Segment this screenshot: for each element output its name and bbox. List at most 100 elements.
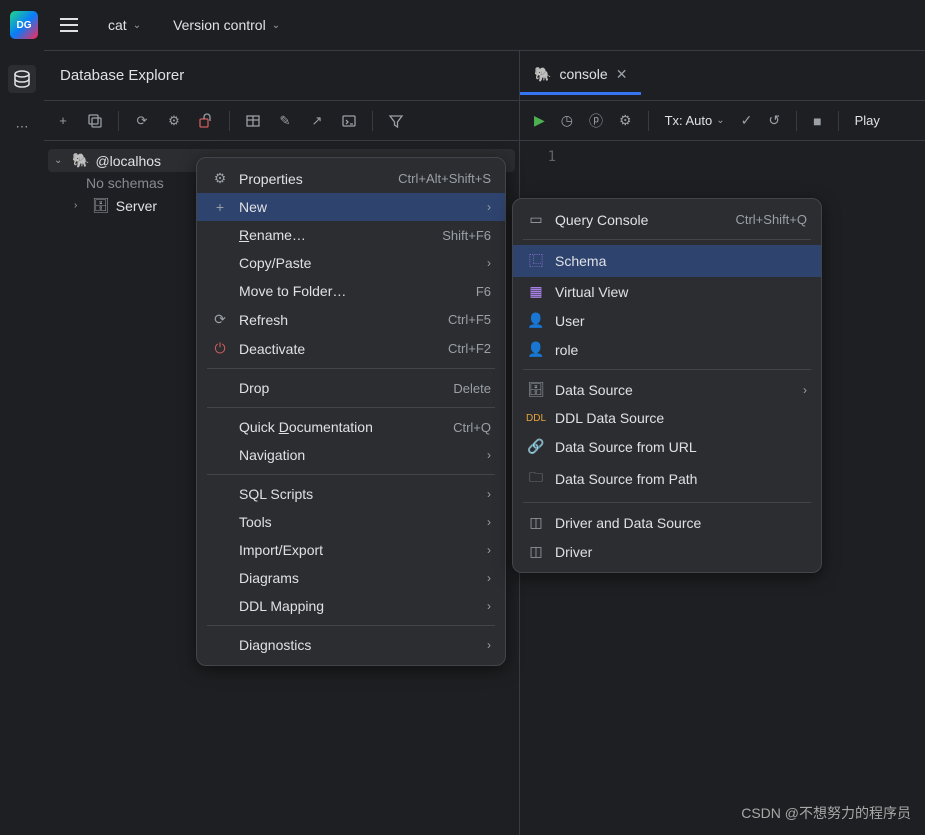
menu-refresh[interactable]: ⟳ Refresh Ctrl+F5	[197, 305, 505, 334]
menu-import-export[interactable]: Import/Export ›	[197, 536, 505, 564]
settings-icon[interactable]: ⚙	[165, 112, 183, 130]
menu-data-source-path[interactable]: 🗀 Data Source from Path	[513, 461, 821, 497]
play-icon[interactable]: ▶	[534, 112, 545, 129]
plus-icon: +	[211, 199, 229, 215]
chevron-right-icon: ›	[487, 487, 491, 501]
menu-driver-data-source[interactable]: ◫ Driver and Data Source	[513, 508, 821, 537]
menu-copy-paste[interactable]: Copy/Paste ›	[197, 249, 505, 277]
menu-label: Rename…	[239, 227, 432, 243]
shortcut: F6	[476, 284, 491, 299]
tab-console[interactable]: 🐘 console ✕	[520, 57, 641, 95]
menu-navigation[interactable]: Navigation ›	[197, 441, 505, 469]
menu-new[interactable]: + New ›	[197, 193, 505, 221]
duplicate-icon[interactable]	[86, 112, 104, 130]
hamburger-menu-icon[interactable]	[54, 12, 84, 38]
ddl-icon: DDL	[527, 413, 545, 424]
datasource-label: @localhos	[95, 153, 161, 169]
menu-query-console[interactable]: ▭ Query Console Ctrl+Shift+Q	[513, 205, 821, 234]
play-label[interactable]: Play	[855, 113, 880, 128]
project-dropdown[interactable]: cat ⌄	[100, 13, 149, 37]
tab-label: console	[559, 66, 607, 82]
menu-label: role	[555, 342, 807, 358]
vcs-dropdown[interactable]: Version control ⌄	[165, 13, 288, 37]
menu-label: Diagrams	[239, 570, 477, 586]
menu-data-source-url[interactable]: 🔗 Data Source from URL	[513, 432, 821, 461]
rollback-icon[interactable]: ↺	[768, 112, 780, 129]
link-icon: 🔗	[527, 438, 545, 455]
menu-label: SQL Scripts	[239, 486, 477, 502]
chevron-right-icon: ›	[803, 383, 807, 397]
commit-icon[interactable]: ✓	[741, 112, 753, 129]
context-menu: ⚙ Properties Ctrl+Alt+Shift+S + New › Re…	[196, 157, 506, 666]
menu-sql-scripts[interactable]: SQL Scripts ›	[197, 480, 505, 508]
database-tool-icon[interactable]	[8, 65, 36, 93]
menu-label: Data Source from Path	[555, 471, 807, 487]
menu-user[interactable]: 👤 User	[513, 306, 821, 335]
separator	[207, 368, 495, 369]
add-icon[interactable]: +	[54, 112, 72, 130]
jump-icon[interactable]: ↗	[308, 112, 326, 130]
menu-label: Properties	[239, 171, 388, 187]
menu-diagrams[interactable]: Diagrams ›	[197, 564, 505, 592]
close-icon[interactable]: ✕	[616, 66, 628, 83]
stop-icon[interactable]: ■	[813, 113, 821, 129]
user-icon: 👤	[527, 312, 545, 329]
menu-role[interactable]: 👤 role	[513, 335, 821, 364]
project-name: cat	[108, 17, 127, 33]
server-icon: 🗄	[92, 197, 110, 214]
settings-icon[interactable]: ⚙	[619, 112, 632, 129]
no-schemas-label: No schemas	[86, 175, 164, 191]
separator	[796, 111, 797, 131]
menu-drop[interactable]: Drop Delete	[197, 374, 505, 402]
editor-tabs: 🐘 console ✕	[520, 51, 925, 101]
table-icon[interactable]	[244, 112, 262, 130]
separator	[229, 111, 230, 131]
chevron-down-icon: ⌄	[272, 20, 280, 31]
watermark: CSDN @不想努力的程序员	[741, 803, 911, 823]
menu-label: Driver	[555, 544, 807, 560]
menu-data-source[interactable]: 🗄 Data Source ›	[513, 375, 821, 404]
plan-icon[interactable]: ⓟ	[589, 111, 603, 131]
vcs-label: Version control	[173, 17, 266, 33]
history-icon[interactable]: ◷	[561, 112, 573, 129]
separator	[523, 239, 811, 240]
virtual-view-icon: ▦	[527, 283, 545, 300]
menu-quick-documentation[interactable]: Quick Documentation Ctrl+Q	[197, 413, 505, 441]
filter-icon[interactable]	[387, 112, 405, 130]
edit-icon[interactable]: ✎	[276, 112, 294, 130]
menu-move-to-folder[interactable]: Move to Folder… F6	[197, 277, 505, 305]
separator	[372, 111, 373, 131]
panel-toolbar: + ⟳ ⚙ ✎ ↗	[44, 101, 519, 141]
menu-schema[interactable]: ⿺ Schema	[513, 245, 821, 277]
menu-deactivate[interactable]: ⏻ Deactivate Ctrl+F2	[197, 334, 505, 363]
tx-label: Tx: Auto	[665, 113, 713, 128]
menu-tools[interactable]: Tools ›	[197, 508, 505, 536]
console-icon[interactable]	[340, 112, 358, 130]
menu-rename[interactable]: Rename… Shift+F6	[197, 221, 505, 249]
menu-label: User	[555, 313, 807, 329]
tx-mode-dropdown[interactable]: Tx: Auto ⌄	[665, 113, 725, 128]
more-icon[interactable]: ⋯	[8, 113, 36, 141]
folder-icon: 🗀	[527, 467, 545, 491]
postgres-icon: 🐘	[534, 66, 551, 83]
database-icon: 🗄	[527, 381, 545, 398]
deactivate-icon: ⏻	[211, 340, 229, 357]
menu-label: Refresh	[239, 312, 438, 328]
menu-virtual-view[interactable]: ▦ Virtual View	[513, 277, 821, 306]
menu-ddl-mapping[interactable]: DDL Mapping ›	[197, 592, 505, 620]
shortcut: Shift+F6	[442, 228, 491, 243]
menu-label: Move to Folder…	[239, 283, 466, 299]
deactivate-icon[interactable]	[197, 112, 215, 130]
menu-label: Schema	[555, 253, 807, 269]
menu-label: Drop	[239, 380, 443, 396]
menu-label: Deactivate	[239, 341, 438, 357]
console-icon: ▭	[527, 211, 545, 228]
chevron-right-icon: ›	[487, 448, 491, 462]
menu-properties[interactable]: ⚙ Properties Ctrl+Alt+Shift+S	[197, 164, 505, 193]
refresh-icon[interactable]: ⟳	[133, 112, 151, 130]
menu-driver[interactable]: ◫ Driver	[513, 537, 821, 566]
separator	[207, 407, 495, 408]
menu-ddl-data-source[interactable]: DDL DDL Data Source	[513, 404, 821, 432]
separator	[523, 369, 811, 370]
menu-diagnostics[interactable]: Diagnostics ›	[197, 631, 505, 659]
